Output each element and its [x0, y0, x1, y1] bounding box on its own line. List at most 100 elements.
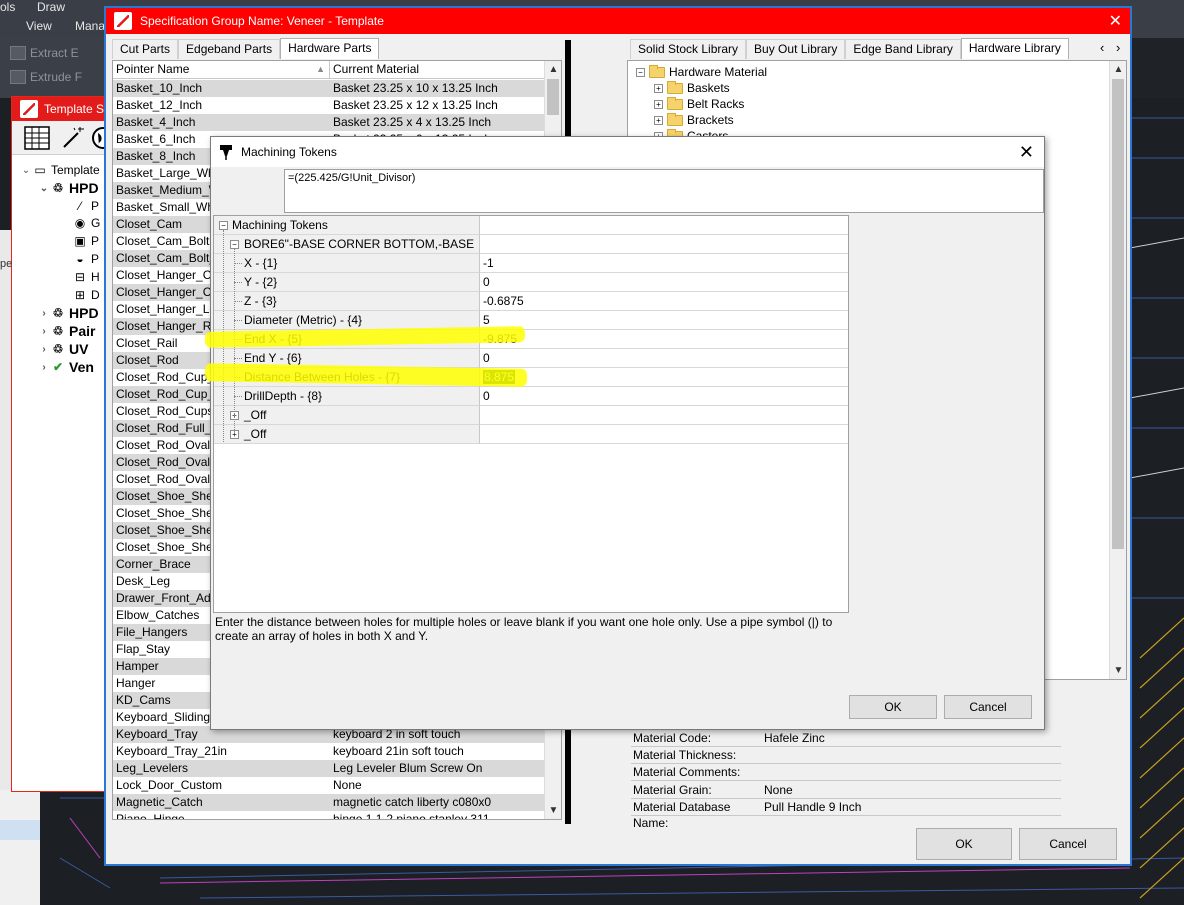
- pointer-name-cell[interactable]: Basket_10_Inch: [113, 80, 330, 97]
- expand-icon[interactable]: ›: [38, 308, 50, 319]
- param-row[interactable]: Z - {3} -0.6875: [214, 292, 848, 311]
- param-value[interactable]: -0.6875: [483, 294, 524, 308]
- tree-veneer[interactable]: › ✔ Ven: [38, 358, 94, 376]
- formula-field[interactable]: =(225.425/G!Unit_Divisor): [284, 169, 1044, 213]
- pointer-name-cell[interactable]: Leg_Levelers: [113, 760, 330, 777]
- tree-p-3[interactable]: ◒ P: [72, 250, 99, 268]
- pointer-name-cell[interactable]: Piano_Hinge: [113, 811, 330, 819]
- tree-belt-racks[interactable]: + Belt Racks: [654, 96, 744, 112]
- tab-hardware-library[interactable]: Hardware Library: [960, 38, 1069, 59]
- pointer-name-cell[interactable]: Magnetic_Catch: [113, 794, 330, 811]
- tab-edgeband-parts[interactable]: Edgeband Parts: [178, 39, 281, 59]
- expand-icon[interactable]: ›: [38, 362, 50, 373]
- pointer-name-cell[interactable]: Keyboard_Tray_21in: [113, 743, 330, 760]
- tree-g[interactable]: ◉ G: [72, 214, 101, 232]
- scroll-down-icon[interactable]: ▼: [1110, 662, 1127, 679]
- column-pointer-name[interactable]: Pointer Name ▲: [113, 61, 330, 79]
- off-row-1[interactable]: + _Off: [214, 406, 848, 425]
- plus-box-icon[interactable]: +: [654, 83, 663, 93]
- param-value[interactable]: 0: [483, 351, 490, 365]
- param-row[interactable]: X - {1} -1: [214, 254, 848, 273]
- param-value[interactable]: 0: [483, 275, 490, 289]
- plus-box-icon[interactable]: +: [654, 115, 663, 125]
- plus-box-icon[interactable]: +: [654, 99, 663, 109]
- tab-scroll-right-icon[interactable]: ›: [1116, 40, 1120, 55]
- table-row[interactable]: Basket_4_Inch Basket 23.25 x 4 x 13.25 In…: [113, 114, 545, 131]
- tree-baskets[interactable]: + Baskets: [654, 80, 730, 96]
- tree-uv[interactable]: › ♲ UV: [38, 340, 88, 358]
- tab-cut-parts[interactable]: Cut Parts: [112, 39, 179, 59]
- minus-box-icon[interactable]: −: [230, 240, 239, 249]
- current-material-cell[interactable]: magnetic catch liberty c080x0: [330, 794, 545, 811]
- column-current-material[interactable]: Current Material: [330, 61, 545, 79]
- close-icon[interactable]: ✕: [1019, 142, 1034, 163]
- menu-draw[interactable]: Draw: [37, 0, 65, 14]
- scroll-up-icon[interactable]: ▲: [545, 61, 561, 78]
- table-row[interactable]: Magnetic_Catch magnetic catch liberty c08…: [113, 794, 545, 811]
- tree-hpd-2[interactable]: › ♲ HPD: [38, 304, 98, 322]
- scroll-thumb[interactable]: [547, 79, 559, 115]
- scroll-thumb[interactable]: [1112, 79, 1124, 549]
- param-value[interactable]: -1: [483, 256, 494, 270]
- current-material-cell[interactable]: Basket 23.25 x 4 x 13.25 Inch: [330, 114, 545, 131]
- current-material-cell[interactable]: Leg Leveler Blum Screw On: [330, 760, 545, 777]
- tree-p-2[interactable]: ▣ P: [72, 232, 99, 250]
- tab-edge-band-library[interactable]: Edge Band Library: [845, 39, 961, 59]
- current-material-cell[interactable]: keyboard 21in soft touch: [330, 743, 545, 760]
- current-material-cell[interactable]: Basket 23.25 x 12 x 13.25 Inch: [330, 97, 545, 114]
- spec-ok-button[interactable]: OK: [916, 828, 1012, 860]
- param-row[interactable]: Y - {2} 0: [214, 273, 848, 292]
- param-row[interactable]: DrillDepth - {8} 0: [214, 387, 848, 406]
- scroll-up-icon[interactable]: ▲: [1110, 61, 1127, 78]
- menu-view[interactable]: View: [26, 19, 52, 33]
- off-row-2[interactable]: + _Off: [214, 425, 848, 444]
- minus-box-icon[interactable]: −: [219, 221, 228, 230]
- table-row[interactable]: Leg_Levelers Leg Leveler Blum Screw On: [113, 760, 545, 777]
- close-icon[interactable]: ✕: [1109, 11, 1122, 31]
- machining-titlebar[interactable]: Machining Tokens ✕: [211, 137, 1044, 167]
- table-row[interactable]: Keyboard_Tray_21in keyboard 21in soft tou…: [113, 743, 545, 760]
- wand-icon[interactable]: [60, 125, 86, 151]
- current-material-cell[interactable]: Basket 23.25 x 10 x 13.25 Inch: [330, 80, 545, 97]
- current-material-cell[interactable]: hinge 1 1-2 piano stanley 311: [330, 811, 545, 819]
- menu-manage[interactable]: Mana: [75, 19, 105, 33]
- param-value[interactable]: 0: [483, 389, 490, 403]
- tree-template[interactable]: ⌄ ▭ Template: [20, 161, 100, 179]
- tree-hardware-material[interactable]: − Hardware Material: [636, 64, 767, 80]
- extrude-button[interactable]: Extrude F: [10, 68, 82, 86]
- spec-titlebar[interactable]: Specification Group Name: Veneer - Templ…: [106, 8, 1130, 34]
- collapse-icon[interactable]: ⌄: [38, 183, 50, 194]
- tree-pair[interactable]: › ♲ Pair: [38, 322, 95, 340]
- tab-scroll-left-icon[interactable]: ‹: [1100, 40, 1104, 55]
- grid-icon[interactable]: [24, 125, 50, 151]
- pointer-name-cell[interactable]: Basket_4_Inch: [113, 114, 330, 131]
- tokens-root-row[interactable]: − Machining Tokens: [214, 216, 848, 235]
- pointer-name-cell[interactable]: Lock_Door_Custom: [113, 777, 330, 794]
- tree-hpd-1[interactable]: ⌄ ♲ HPD: [38, 179, 99, 197]
- machining-ok-button[interactable]: OK: [849, 695, 937, 719]
- tab-hardware-parts[interactable]: Hardware Parts: [280, 38, 380, 59]
- param-value[interactable]: 5: [483, 313, 490, 327]
- tab-solid-stock-library[interactable]: Solid Stock Library: [630, 39, 747, 59]
- current-material-cell[interactable]: None: [330, 777, 545, 794]
- extract-button[interactable]: Extract E: [10, 44, 79, 62]
- menu-tools[interactable]: ols: [0, 0, 15, 14]
- table-row[interactable]: Basket_12_Inch Basket 23.25 x 12 x 13.25 …: [113, 97, 545, 114]
- expand-icon[interactable]: ›: [38, 326, 50, 337]
- table-row[interactable]: Lock_Door_Custom None: [113, 777, 545, 794]
- table-row[interactable]: Piano_Hinge hinge 1 1-2 piano stanley 311: [113, 811, 545, 819]
- collapse-icon[interactable]: ⌄: [20, 165, 32, 176]
- spec-cancel-button[interactable]: Cancel: [1019, 828, 1117, 860]
- tab-buy-out-library[interactable]: Buy Out Library: [746, 39, 846, 59]
- tree-p-1[interactable]: ⁄ P: [72, 197, 99, 215]
- library-scrollbar[interactable]: ▲ ▼: [1109, 61, 1126, 679]
- machining-cancel-button[interactable]: Cancel: [944, 695, 1032, 719]
- minus-box-icon[interactable]: −: [636, 67, 645, 77]
- tree-h[interactable]: ⊟ H: [72, 268, 100, 286]
- bore-group-row[interactable]: − BORE6"-BASE CORNER BOTTOM,-BASE: [214, 235, 848, 254]
- tree-brackets[interactable]: + Brackets: [654, 112, 734, 128]
- param-row[interactable]: Diameter (Metric) - {4} 5: [214, 311, 848, 330]
- expand-icon[interactable]: ›: [38, 344, 50, 355]
- table-row[interactable]: Basket_10_Inch Basket 23.25 x 10 x 13.25 …: [113, 80, 545, 97]
- pointer-name-cell[interactable]: Basket_12_Inch: [113, 97, 330, 114]
